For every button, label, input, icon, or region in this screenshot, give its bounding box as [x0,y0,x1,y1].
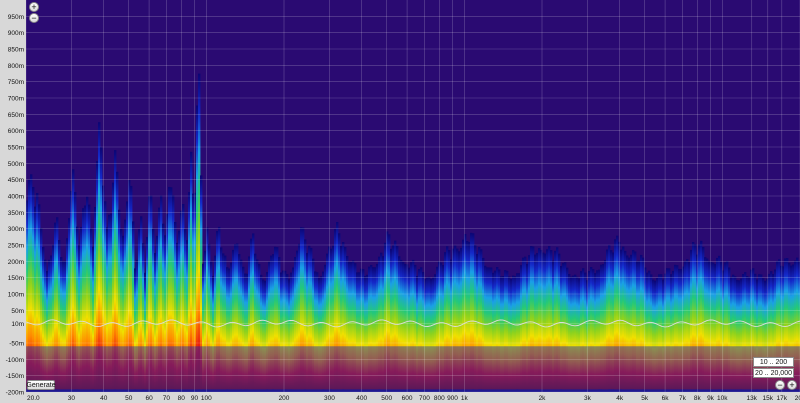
x-tick-label: 17k [777,395,788,402]
time-range-field[interactable]: 10 .. 200 [753,357,794,367]
x-tick-label: 9k [707,395,715,402]
x-tick-label: 200 [279,395,290,402]
x-tick-label: 800 [434,395,445,402]
y-tick-label: -150m [6,373,24,380]
x-tick-label: 50 [125,395,133,402]
spectrogram-chart: -200m -150m -100m -50m 10m 50m 100m 150m 200m 250… [0,0,800,403]
y-tick-label: 600m [8,128,24,135]
x-tick-label: 8k [694,395,702,402]
y-tick-label: 100m [8,292,24,299]
pre-ring-band [26,346,800,392]
x-tick-label: 15k [763,395,774,402]
generate-button[interactable]: Generate [26,380,56,390]
x-tick-label: 7k [679,395,687,402]
y-tick-label: 650m [8,112,24,119]
y-tick-label: 250m [8,243,24,250]
y-tick-label: 10m [11,321,24,328]
x-tick-label: 10k [717,395,728,402]
y-tick-label: 350m [8,210,24,217]
zoom-in-button[interactable]: + [29,2,39,12]
x-tick-label: 500 [381,395,392,402]
y-tick-label: 900m [8,30,24,37]
spectrogram-window: -200m -150m -100m -50m 10m 50m 100m 150m 200m 250… [0,0,800,403]
y-tick-label: -200m [6,390,24,397]
zoom-out-button[interactable]: − [29,13,39,23]
y-tick-label: 400m [8,194,24,201]
x-zoom-in-button[interactable]: + [787,380,797,390]
y-tick-label: 800m [8,63,24,70]
x-tick-label: 1k [461,395,469,402]
y-tick-label: 300m [8,226,24,233]
y-tick-label: 850m [8,47,24,54]
x-tick-label: 60 [145,395,153,402]
y-tick-label: 150m [8,275,24,282]
x-zoom-out-button[interactable]: − [775,380,785,390]
x-tick-label: 80 [178,395,186,402]
y-tick-label: -100m [6,357,24,364]
y-tick-label: -50m [9,341,24,348]
x-tick-label: 30 [68,395,76,402]
y-tick-label: 500m [8,161,24,168]
x-tick-label: 13k [746,395,757,402]
y-tick-label: 450m [8,177,24,184]
y-tick-label: 200m [8,259,24,266]
x-tick-label: 400 [356,395,367,402]
y-tick-label: 950m [8,14,24,21]
x-tick-label: 90 [191,395,199,402]
x-tick-label: 100 [201,395,212,402]
x-tick-label: 2k [539,395,547,402]
x-tick-label: 300 [324,395,335,402]
x-tick-label: 4k [616,395,624,402]
y-tick-label: 50m [11,308,24,315]
y-tick-label: 700m [8,96,24,103]
x-tick-label: 900 [447,395,458,402]
x-tick-label: 700 [419,395,430,402]
y-tick-label: 550m [8,145,24,152]
x-tick-label: 3k [584,395,592,402]
x-tick-label: 20.0 [27,395,40,402]
x-tick-label: 6k [662,395,670,402]
y-tick-label: 750m [8,79,24,86]
x-tick-label: 40 [100,395,108,402]
x-tick-label: 70 [163,395,171,402]
frequency-range-field[interactable]: 20 .. 20,000 [753,368,794,378]
x-tick-label: 20k [795,395,800,402]
x-tick-label: 5k [641,395,649,402]
x-tick-label: 600 [402,395,413,402]
